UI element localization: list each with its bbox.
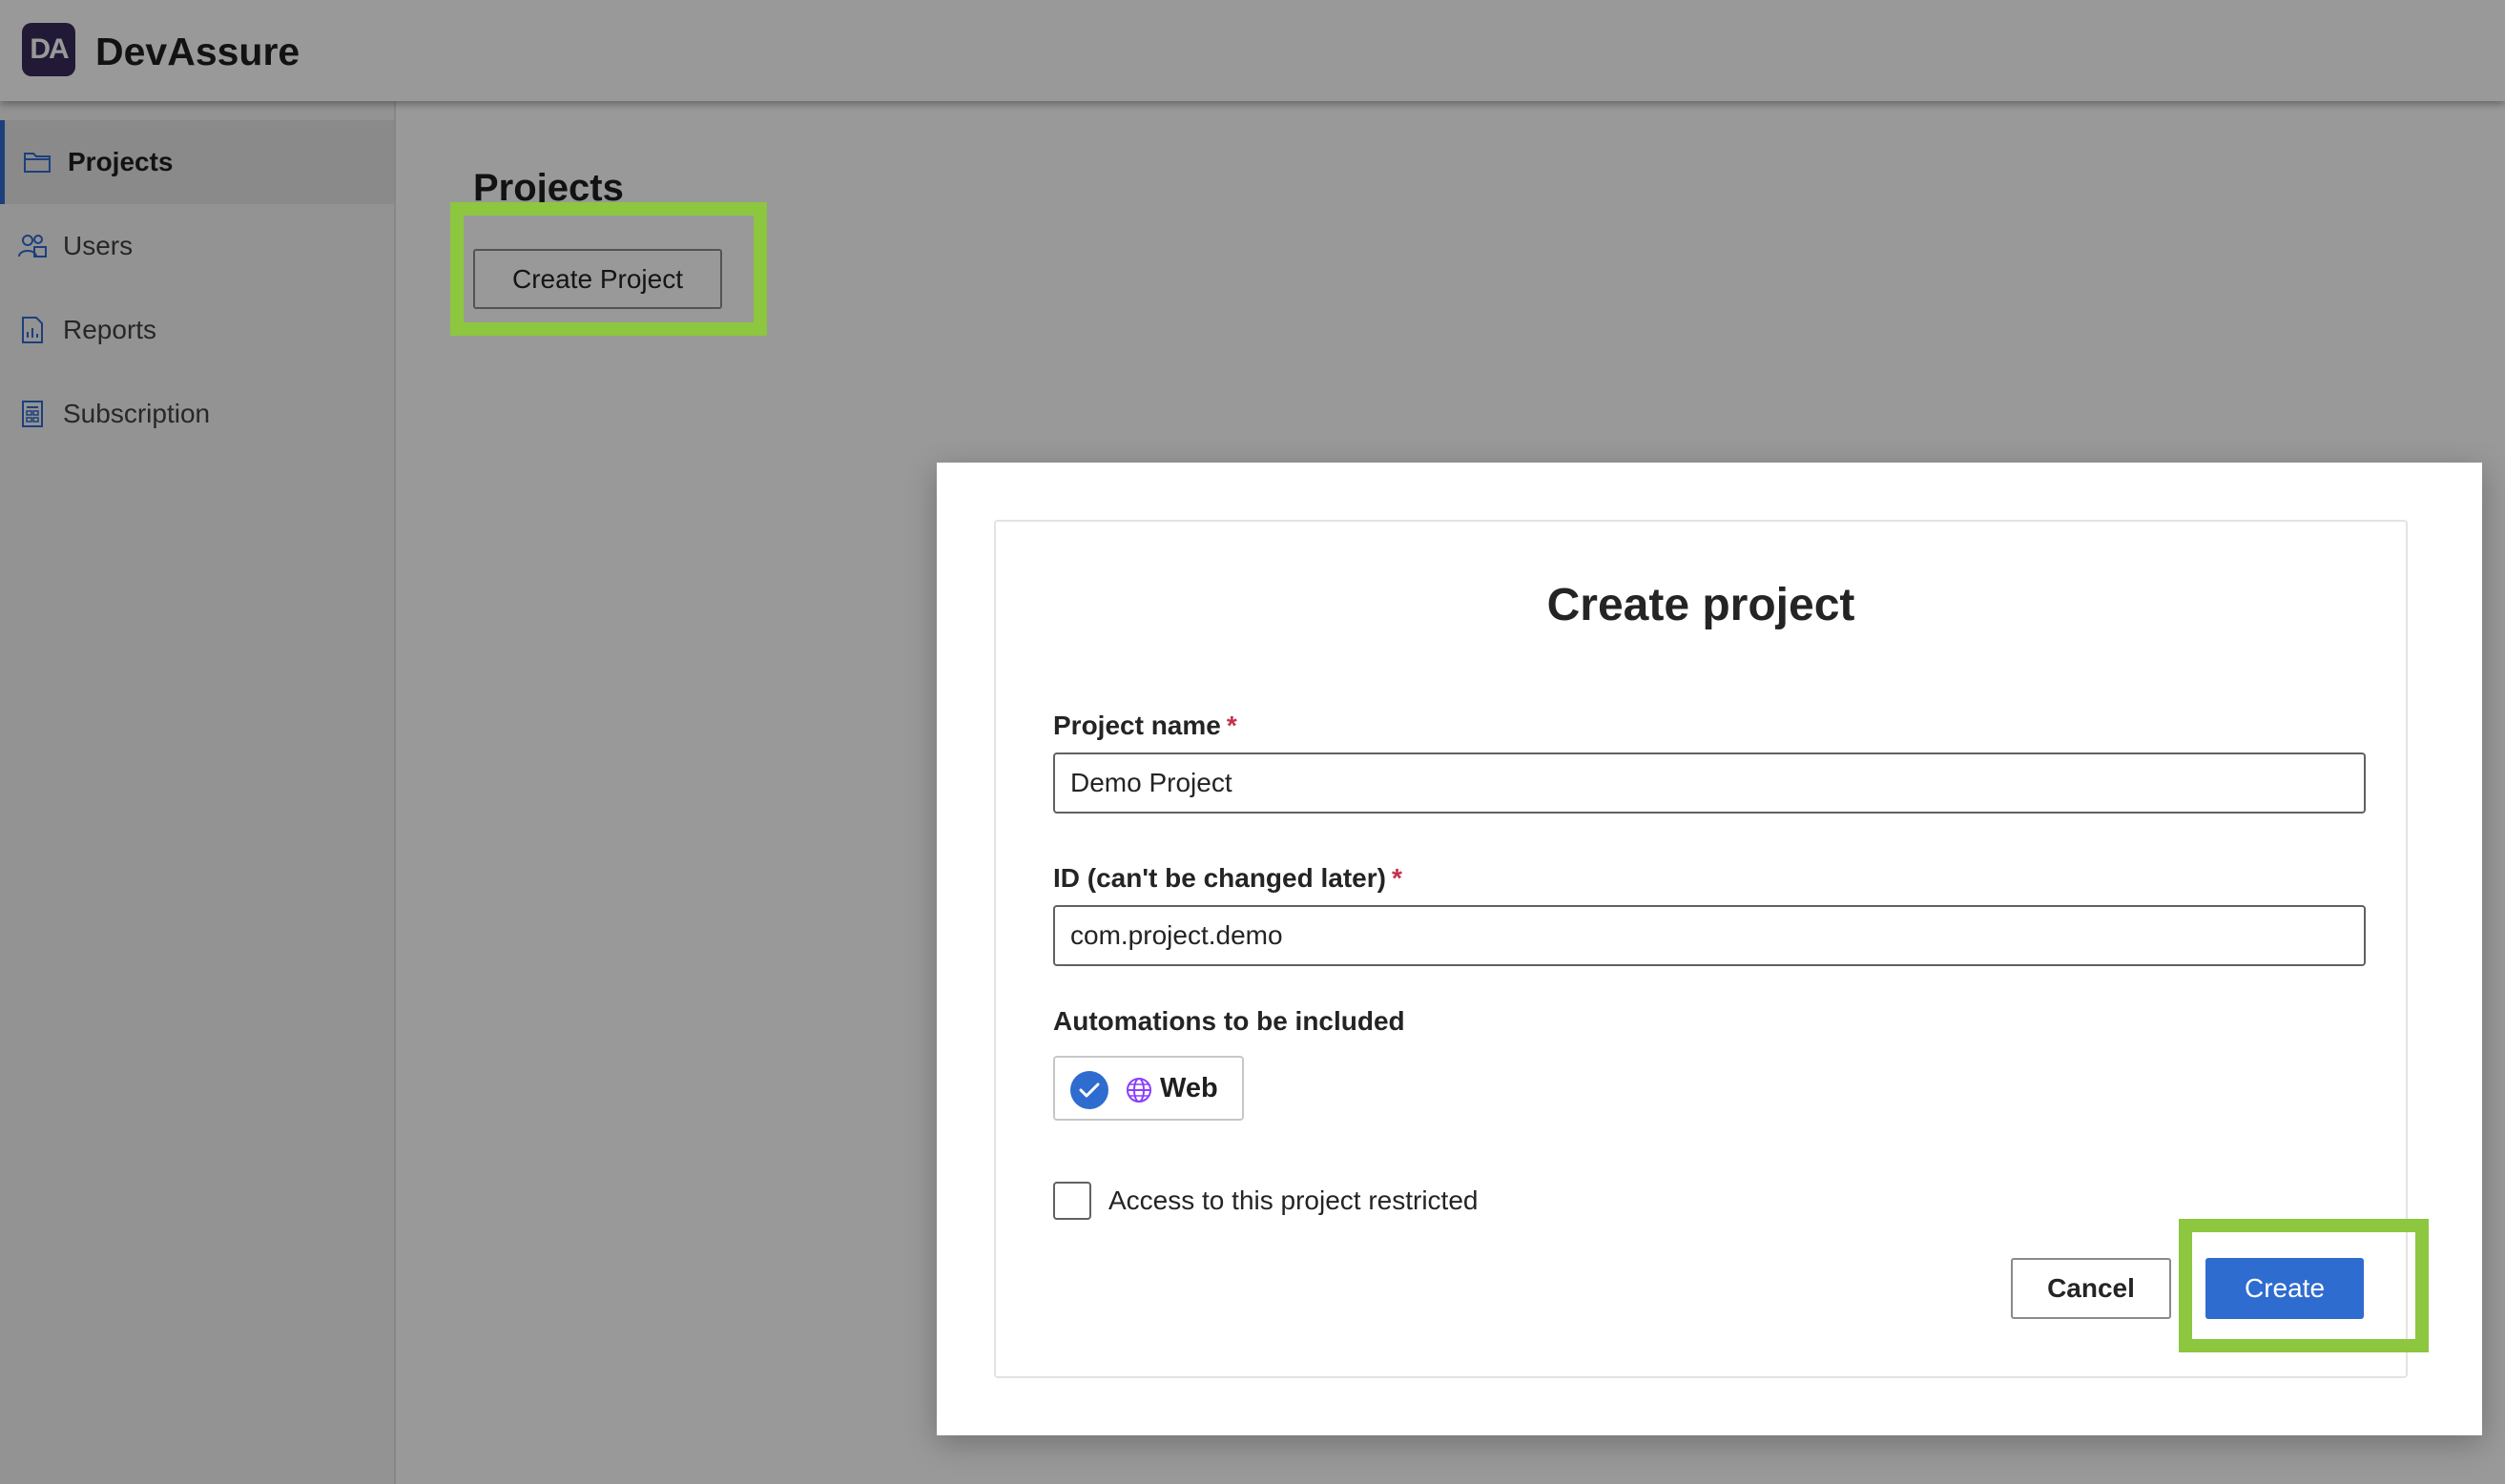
project-name-label: Project name *: [1053, 711, 1237, 741]
required-marker: *: [1391, 863, 1402, 893]
restricted-access-checkbox[interactable]: [1053, 1182, 1091, 1220]
automations-label: Automations to be included: [1053, 1006, 1405, 1036]
required-marker: *: [1226, 711, 1237, 740]
restricted-access-label[interactable]: Access to this project restricted: [1108, 1185, 1478, 1216]
automation-option-label: Web: [1160, 1073, 1218, 1103]
globe-icon: [1127, 1078, 1151, 1103]
check-icon: [1070, 1071, 1108, 1109]
dialog-title: Create project: [1546, 580, 1855, 630]
project-id-label-text: ID (can't be changed later): [1053, 863, 1386, 893]
dialog-form: Create project Project name* ID (can't b…: [994, 520, 2408, 1378]
project-name-label-text: Project name: [1053, 711, 1221, 740]
create-project-dialog: Create project Project name* ID (can't b…: [937, 463, 2482, 1435]
project-id-label: ID (can't be changed later) *: [1053, 863, 1402, 894]
create-button[interactable]: Create: [2205, 1258, 2364, 1319]
automation-option-web[interactable]: Web: [1053, 1056, 1244, 1121]
project-id-input[interactable]: [1053, 905, 2366, 966]
cancel-button[interactable]: Cancel: [2011, 1258, 2171, 1319]
project-name-input[interactable]: [1053, 752, 2366, 814]
